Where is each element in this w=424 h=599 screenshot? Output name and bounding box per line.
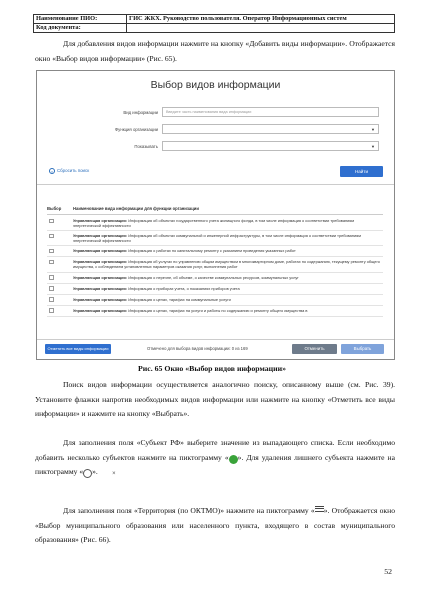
table-row: Управляющая организация: Информация об у… <box>47 257 383 273</box>
table-row: Управляющая организация: Информация о це… <box>47 295 383 306</box>
header-label-code: Код документа: <box>33 23 127 33</box>
row-text: Информация о перечне, об объеме, о качес… <box>128 274 299 280</box>
divider <box>37 184 394 185</box>
row-text: Информация о ценах, тарифах на коммуналь… <box>128 296 231 302</box>
row-checkbox[interactable] <box>49 308 54 313</box>
row-checkbox[interactable] <box>49 297 54 302</box>
plus-circle-icon: + <box>228 454 261 464</box>
cancel-button[interactable]: Отменить <box>292 344 337 354</box>
row-checkbox[interactable] <box>49 286 54 291</box>
page-number: 52 <box>384 567 392 576</box>
field-label: Показывать <box>134 144 158 149</box>
row-text: Информация о приборах учета, о показания… <box>128 285 240 291</box>
table-row: Управляющая организация: Информация о пе… <box>47 273 383 284</box>
chevron-down-icon: ▼ <box>371 127 375 132</box>
intro-paragraph: Для добавления видов информации нажмите … <box>35 37 395 66</box>
reset-search-label: Сбросить поиск <box>57 168 90 173</box>
chevron-down-icon: ▼ <box>371 144 375 149</box>
figure-screenshot: Выбор видов информации Вид информации Вв… <box>36 70 395 360</box>
row-checkbox[interactable] <box>49 259 54 265</box>
territory-paragraph: Для заполнения поля «Территория (по ОКТМ… <box>35 504 395 548</box>
field-row-show: Показывать ▼ <box>37 141 394 152</box>
row-checkbox[interactable] <box>49 248 54 254</box>
table-row: Управляющая организация: Информация об о… <box>47 216 383 232</box>
field-label: Функция организации <box>114 127 158 132</box>
subject-text-3: ». <box>92 467 98 476</box>
document-header-table: Наименование ПИО: ГИС ЖКХ. Руководство п… <box>33 14 395 33</box>
dialog-footer: Отметить все виды информации Отмечено дл… <box>37 339 394 358</box>
org-function-select[interactable]: ▼ <box>162 124 379 134</box>
col-select-header: Выбор <box>47 206 62 211</box>
subject-paragraph: Для заполнения поля «Субъект РФ» выберит… <box>35 436 395 480</box>
field-row-info-type: Вид информации Введите часть наименовани… <box>37 107 394 118</box>
reset-search-link[interactable]: × Сбросить поиск <box>49 168 89 174</box>
figure-caption: Рис. 65 Окно «Выбор видов информации» <box>138 364 286 373</box>
col-name-header: Наименование вида информации для функции… <box>73 206 199 211</box>
close-icon: × <box>49 168 55 174</box>
row-org: Управляющая организация: <box>73 285 128 291</box>
choose-button[interactable]: Выбрать <box>341 344 384 354</box>
table-row: Управляющая организация: Информация о це… <box>47 306 383 317</box>
row-org: Управляющая организация: <box>73 274 128 280</box>
table-row: Управляющая организация: Информация об о… <box>47 231 383 247</box>
show-select[interactable]: ▼ <box>162 141 379 151</box>
territory-text-1: Для заполнения поля «Территория (по ОКТМ… <box>63 506 315 515</box>
field-row-org-function: Функция организации ▼ <box>37 124 394 135</box>
row-text: Информация о работах по капитальному рем… <box>128 248 296 254</box>
find-button[interactable]: Найти <box>340 166 383 177</box>
table-header: Выбор Наименование вида информации для ф… <box>47 205 383 215</box>
info-type-input[interactable]: Введите часть наименования вида информац… <box>162 107 379 117</box>
row-checkbox[interactable] <box>49 218 54 223</box>
header-value-name: ГИС ЖКХ. Руководство пользователя. Опера… <box>126 14 395 24</box>
table-row: Управляющая организация: Информация о ра… <box>47 246 383 258</box>
info-types-list: Управляющая организация: Информация об о… <box>47 216 383 317</box>
field-label: Вид информации <box>123 110 158 115</box>
intro-line-1: Для добавления видов информации нажмите … <box>63 39 348 48</box>
row-checkbox[interactable] <box>49 275 54 280</box>
table-row: Управляющая организация: Информация о пр… <box>47 284 383 295</box>
header-value-code <box>126 23 395 33</box>
selected-count-text: Отмечено для выбора видов информации: 0 … <box>147 346 248 351</box>
row-checkbox[interactable] <box>49 233 54 239</box>
remove-circle-icon: × <box>83 469 116 478</box>
dialog-title: Выбор видов информации <box>150 79 281 91</box>
row-text: Информация о ценах, тарифах на услуги и … <box>128 307 308 313</box>
list-icon <box>314 504 324 513</box>
row-org: Управляющая организация: <box>73 248 128 254</box>
row-org: Управляющая организация: <box>73 307 128 313</box>
header-label-name: Наименование ПИО: <box>33 14 127 24</box>
search-paragraph: Поиск видов информации осуществляется ан… <box>35 380 395 418</box>
mark-all-button[interactable]: Отметить все виды информации <box>45 344 111 354</box>
row-org: Управляющая организация: <box>73 296 128 302</box>
